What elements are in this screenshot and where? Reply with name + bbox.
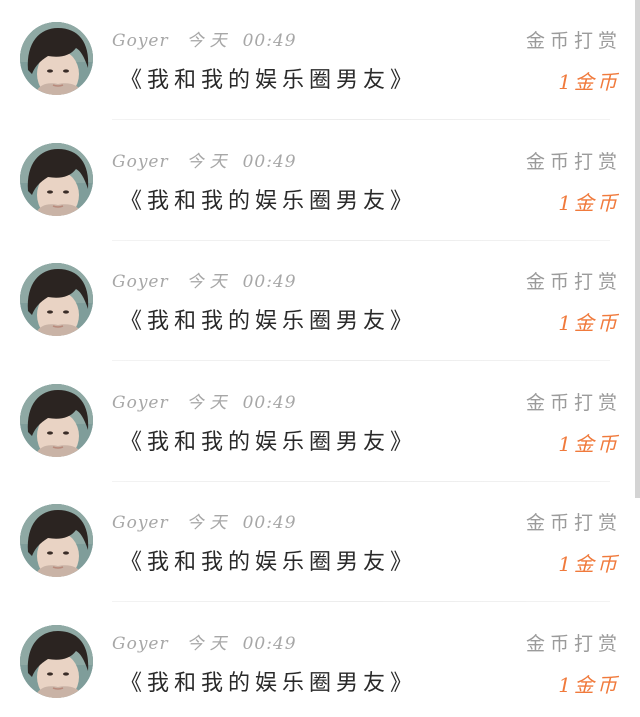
reward-record-item[interactable]: Goyer 今天 00:49 《我和我的娱乐圈男友》 金币打赏 1金币 xyxy=(0,241,634,361)
reward-record-item[interactable]: Goyer 今天 00:49 《我和我的娱乐圈男友》 金币打赏 1金币 xyxy=(0,0,634,120)
comment-day: 今天 xyxy=(186,633,233,654)
user-avatar-icon[interactable] xyxy=(20,383,93,457)
coin-amount: 1金币 xyxy=(558,552,620,576)
book-title[interactable]: 《我和我的娱乐圈男友》 xyxy=(120,183,417,215)
reward-record-item[interactable]: Goyer 今天 00:49 《我和我的娱乐圈男友》 金币打赏 1金币 xyxy=(0,603,634,717)
comment-meta: Goyer 今天 00:49 xyxy=(112,267,297,292)
reward-record-item[interactable]: Goyer 今天 00:49 《我和我的娱乐圈男友》 金币打赏 1金币 xyxy=(0,362,634,482)
user-avatar-icon[interactable] xyxy=(20,22,93,95)
coin-amount: 1金币 xyxy=(558,70,620,94)
author-name[interactable]: Goyer xyxy=(112,31,169,51)
comment-day: 今天 xyxy=(186,272,233,292)
coin-amount: 1金币 xyxy=(558,311,620,335)
author-name[interactable]: Goyer xyxy=(112,634,169,654)
coin-reward-label: 金币打赏 xyxy=(525,512,622,534)
comment-time: 00:49 xyxy=(242,392,297,413)
comment-meta: Goyer 今天 00:49 xyxy=(112,147,297,172)
comment-meta: Goyer 今天 00:49 xyxy=(112,388,297,413)
book-title[interactable]: 《我和我的娱乐圈男友》 xyxy=(120,303,417,335)
user-avatar-icon[interactable] xyxy=(20,624,93,698)
comment-day: 今天 xyxy=(186,392,233,413)
coin-reward-label: 金币打赏 xyxy=(525,391,622,414)
comment-meta: Goyer 今天 00:49 xyxy=(112,508,297,533)
reward-record-list: Goyer 今天 00:49 《我和我的娱乐圈男友》 金币打赏 1金币 Goyer 今… xyxy=(0,0,640,717)
comment-meta: Goyer 今天 00:49 xyxy=(112,26,297,51)
coin-reward-label: 金币打赏 xyxy=(525,150,622,173)
comment-time: 00:49 xyxy=(242,272,297,292)
comment-day: 今天 xyxy=(186,513,233,533)
coin-amount: 1金币 xyxy=(558,190,620,215)
coin-amount: 1金币 xyxy=(558,672,620,697)
comment-time: 00:49 xyxy=(242,31,297,51)
comment-time: 00:49 xyxy=(242,151,297,172)
coin-reward-label: 金币打赏 xyxy=(525,30,622,52)
comment-time: 00:49 xyxy=(242,633,297,654)
comment-time: 00:49 xyxy=(242,513,297,533)
coin-reward-label: 金币打赏 xyxy=(525,271,622,293)
book-title[interactable]: 《我和我的娱乐圈男友》 xyxy=(120,544,417,576)
user-avatar-icon[interactable] xyxy=(20,504,93,577)
comment-day: 今天 xyxy=(186,151,233,172)
book-title[interactable]: 《我和我的娱乐圈男友》 xyxy=(120,665,417,697)
author-name[interactable]: Goyer xyxy=(112,152,169,172)
author-name[interactable]: Goyer xyxy=(112,272,169,292)
user-avatar-icon[interactable] xyxy=(20,142,93,216)
coin-amount: 1金币 xyxy=(558,431,620,456)
user-avatar-icon[interactable] xyxy=(20,263,93,336)
scrollbar-thumb[interactable] xyxy=(635,0,640,498)
reward-record-item[interactable]: Goyer 今天 00:49 《我和我的娱乐圈男友》 金币打赏 1金币 xyxy=(0,121,634,241)
comment-day: 今天 xyxy=(186,31,233,51)
author-name[interactable]: Goyer xyxy=(112,513,169,533)
coin-reward-label: 金币打赏 xyxy=(525,632,622,655)
book-title[interactable]: 《我和我的娱乐圈男友》 xyxy=(120,62,417,94)
reward-record-item[interactable]: Goyer 今天 00:49 《我和我的娱乐圈男友》 金币打赏 1金币 xyxy=(0,482,634,602)
comment-meta: Goyer 今天 00:49 xyxy=(112,629,297,654)
author-name[interactable]: Goyer xyxy=(112,393,169,413)
book-title[interactable]: 《我和我的娱乐圈男友》 xyxy=(120,424,417,456)
